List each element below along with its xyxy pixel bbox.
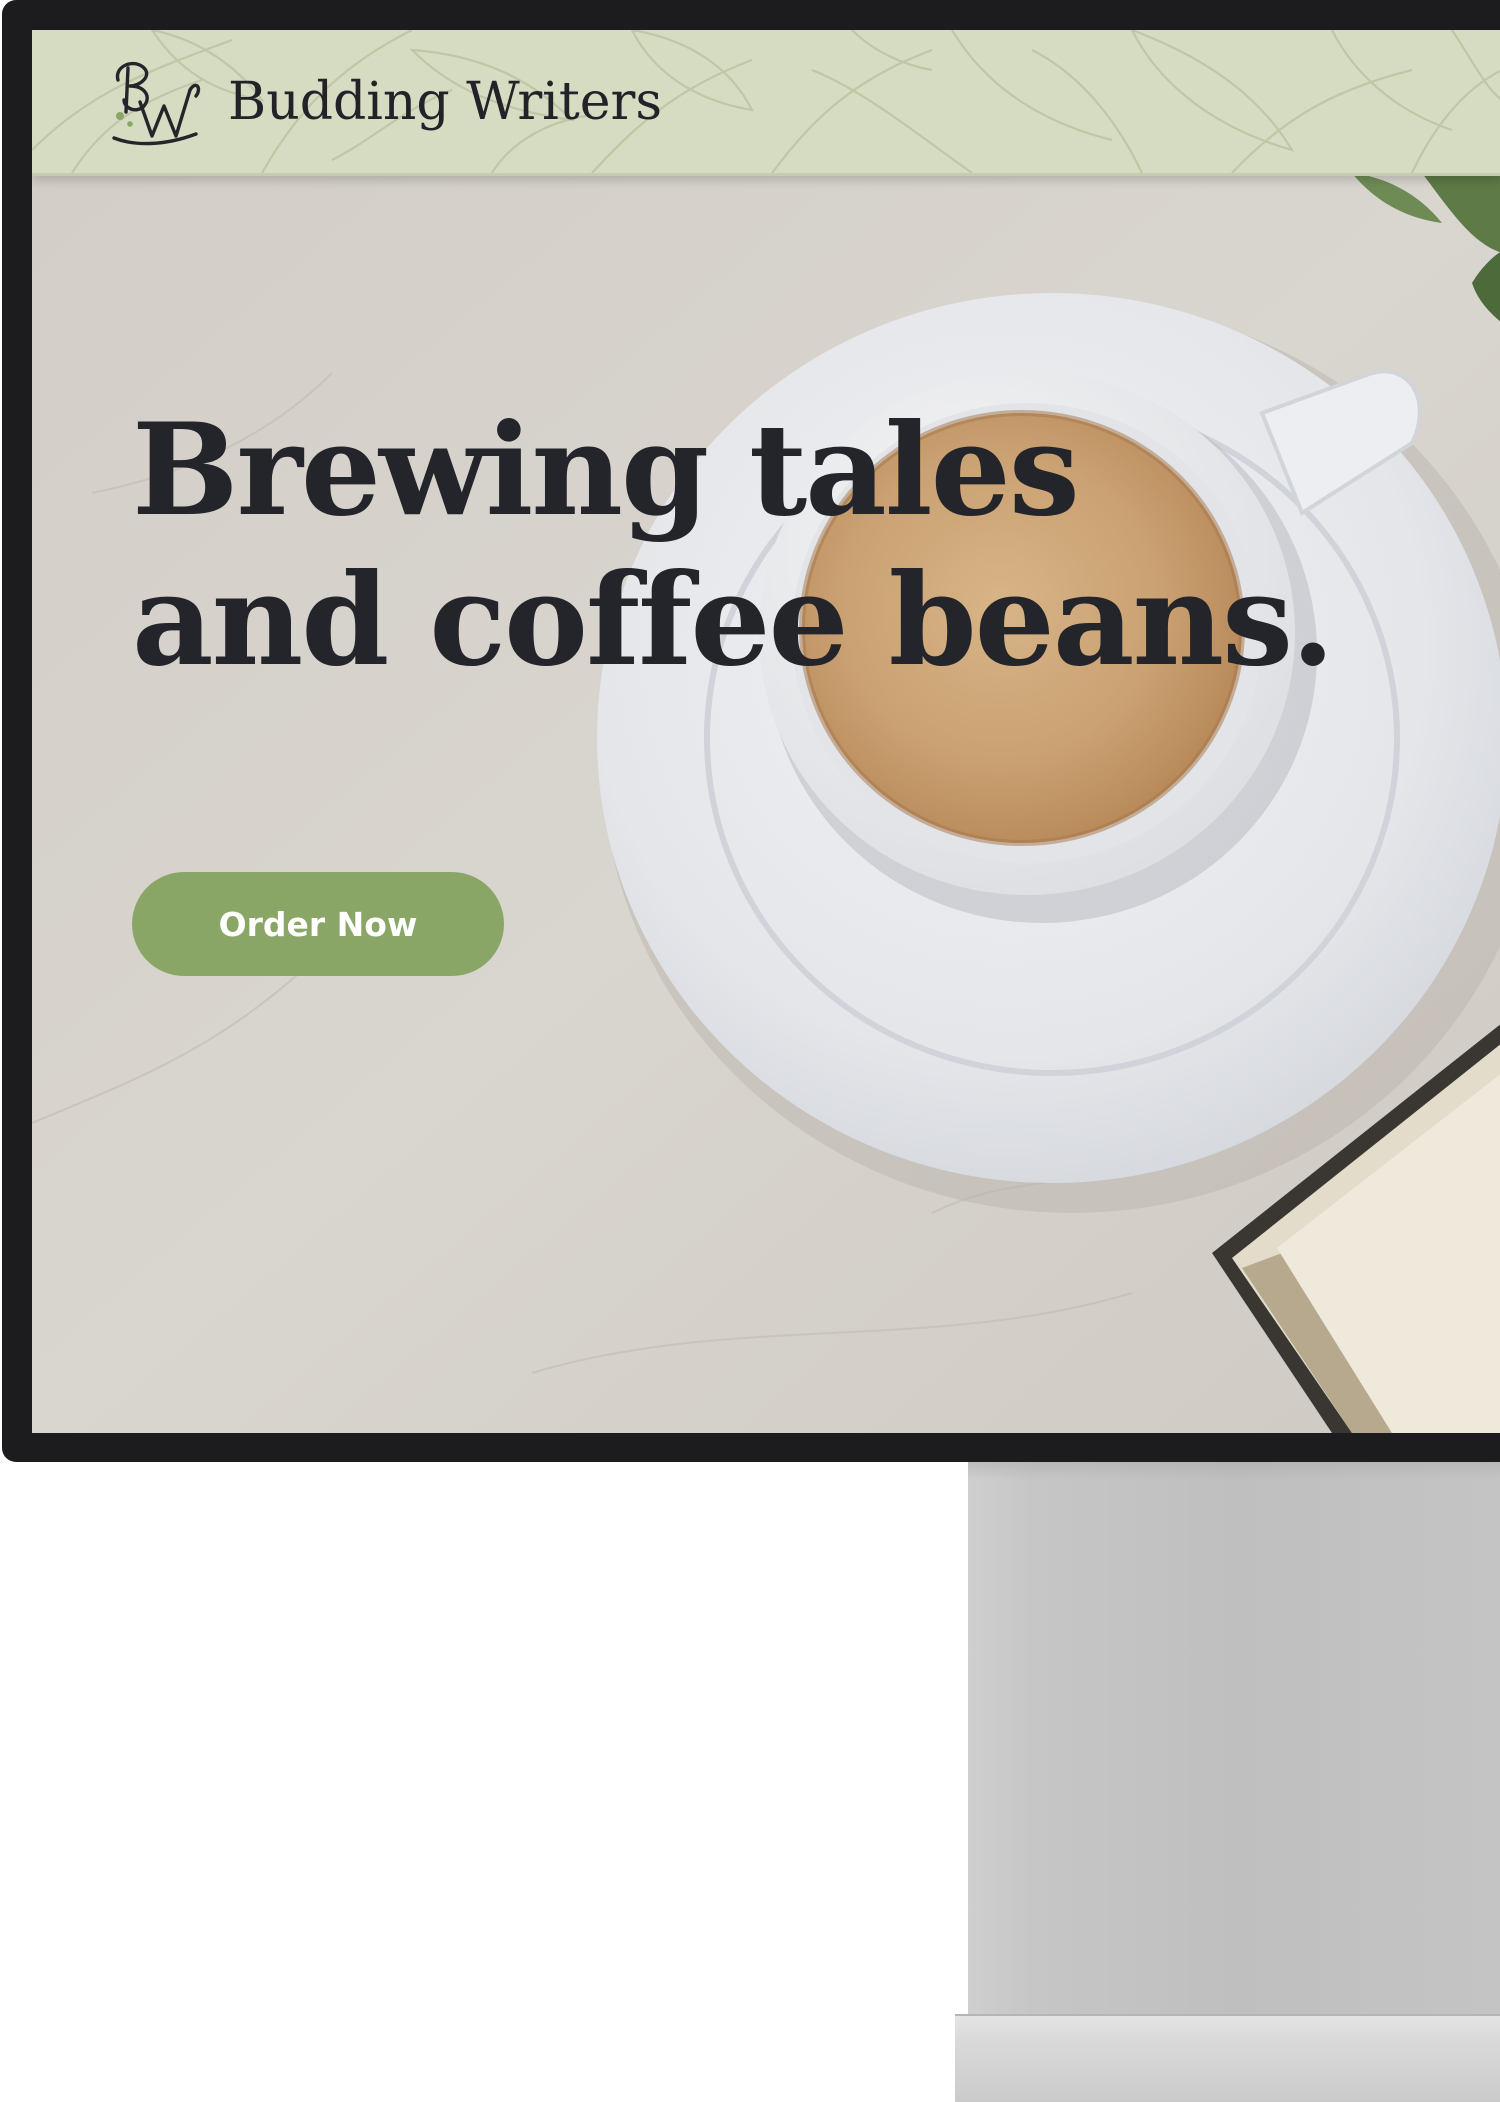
brand-logo[interactable]: Budding Writers [104,50,662,154]
monitor-stand-foot [955,2014,1500,2102]
monitor-bezel: Budding Writers Brewing tales and coffee… [2,0,1500,1462]
order-now-button[interactable]: Order Now [132,872,504,976]
brand-name: Budding Writers [228,72,663,132]
hero-headline: Brewing tales and coffee beans. [132,395,1335,695]
bw-monogram-logo-icon [112,61,201,146]
hero-headline-line-1: Brewing tales [132,396,1080,544]
hero-headline-line-2: and coffee beans. [132,546,1335,694]
hero-coffee-photo [32,173,1500,1433]
monitor-stand [968,1440,1500,2020]
website-screen: Budding Writers Brewing tales and coffee… [32,30,1500,1433]
site-header: Budding Writers [32,30,1500,176]
hero-section [32,173,1500,1433]
